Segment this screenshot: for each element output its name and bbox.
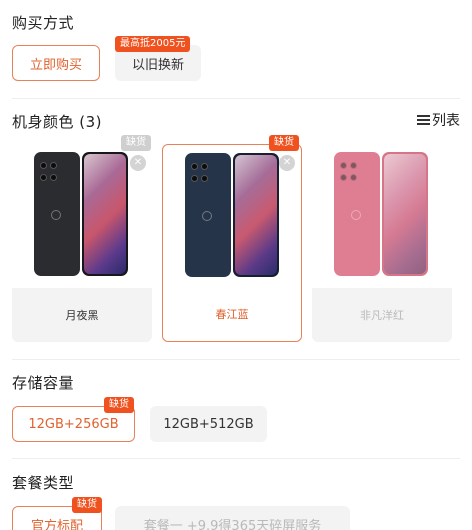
close-icon: ✕ [279, 155, 295, 171]
phone-image [332, 152, 432, 280]
color-section-title: 机身颜色 (3) [12, 113, 103, 131]
close-icon: ✕ [130, 155, 146, 171]
divider [12, 98, 460, 99]
color-option-moon-black[interactable]: 月夜黑 [12, 144, 152, 342]
divider [12, 359, 460, 360]
color-option-label: 月夜黑 [65, 309, 99, 322]
out-of-stock-badge: 缺货 [269, 135, 299, 151]
color-option-label-box: 月夜黑 [12, 288, 152, 342]
list-view-label: 列表 [432, 113, 460, 129]
color-option-label-box: 非凡洋红 [312, 288, 452, 342]
storage-option-label: 12GB+512GB [163, 416, 254, 432]
color-option-label: 非凡洋红 [360, 309, 404, 322]
out-of-stock-badge: 缺货 [72, 497, 102, 513]
storage-option-512[interactable]: 12GB+512GB [150, 406, 267, 442]
color-option-magenta[interactable]: 非凡洋红 [312, 144, 452, 342]
storage-section-title: 存储容量 [12, 374, 75, 392]
package-option-screen-care[interactable]: 套餐一 +9.9得365天碎屏服务 [115, 506, 350, 530]
purchase-section-title: 购买方式 [12, 14, 75, 32]
color-option-spring-blue[interactable]: 春江蓝 [162, 144, 302, 342]
color-option-label: 春江蓝 [215, 308, 249, 321]
out-of-stock-badge: 缺货 [121, 135, 151, 151]
color-option-label-box: 春江蓝 [163, 287, 301, 341]
grid-list-icon [417, 114, 430, 126]
package-option-label: 套餐一 +9.9得365天碎屏服务 [143, 518, 322, 530]
package-option-label: 官方标配 [30, 518, 83, 530]
storage-option-label: 12GB+256GB [28, 416, 119, 432]
package-section-title: 套餐类型 [12, 474, 75, 492]
buy-now-label: 立即购买 [29, 57, 82, 73]
phone-image [183, 153, 283, 281]
out-of-stock-badge: 缺货 [104, 397, 134, 413]
divider [12, 458, 460, 459]
phone-image [32, 152, 132, 280]
list-view-toggle[interactable]: 列表 [417, 110, 460, 130]
trade-in-label: 以旧换新 [131, 57, 184, 73]
trade-in-promo-badge: 最高抵2005元 [115, 36, 191, 52]
buy-now-option[interactable]: 立即购买 [12, 45, 100, 81]
